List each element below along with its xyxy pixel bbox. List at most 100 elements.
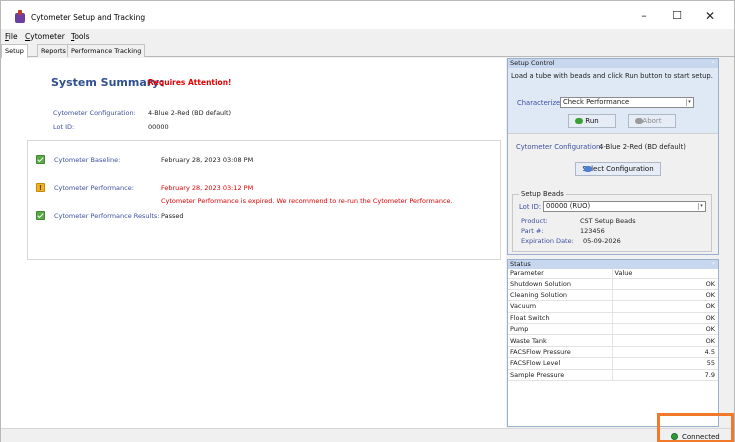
baseline-label: Cytometer Baseline:	[54, 156, 121, 164]
maximize-button[interactable]: ☐	[662, 7, 692, 25]
select-configuration-label: Select Configuration	[582, 165, 654, 173]
connected-icon	[671, 433, 678, 440]
status-rows: Shutdown Solution OK Cleaning Solution OK Va…	[508, 278, 718, 382]
status-parameter: Vacuum	[508, 300, 613, 313]
status-row[interactable]: FACSFlow Level 55	[508, 357, 718, 370]
menu-cytometer[interactable]: Cytometer	[25, 32, 65, 41]
baseline-value: February 28, 2023 03:08 PM	[161, 156, 254, 164]
abort-button[interactable]: Abort	[628, 114, 676, 128]
setup-control-header: Setup Control ᵖ	[508, 59, 718, 68]
characterize-value: Check Performance	[563, 98, 630, 106]
status-row[interactable]: Waste Tank OK	[508, 334, 718, 347]
status-value: 55	[612, 357, 718, 370]
cytometer-config-value: 4-Blue 2-Red (BD default)	[599, 143, 686, 151]
status-bar	[1, 428, 734, 442]
status-row[interactable]: Float Switch OK	[508, 312, 718, 325]
stop-icon	[635, 118, 643, 124]
status-panel: Status ᵖ Parameter Value Shutdown Soluti…	[507, 259, 719, 427]
menu-file[interactable]: File	[5, 32, 18, 41]
warning-icon: !	[36, 183, 45, 192]
performance-message: Cytometer Performance is expired. We rec…	[161, 197, 453, 205]
status-value: 7.9	[612, 369, 718, 382]
status-value: OK	[612, 312, 718, 325]
abort-label: Abort	[642, 117, 662, 125]
setup-config-section: Cytometer Configuration: 4-Blue 2-Red (B…	[508, 133, 718, 254]
run-button[interactable]: Run	[568, 114, 616, 128]
chevron-down-icon[interactable]: ▾	[686, 99, 692, 106]
part-value: 123456	[580, 227, 605, 235]
status-table: Parameter Value Shutdown Solution OK Clean…	[508, 269, 718, 382]
status-parameter: FACSFlow Level	[508, 357, 613, 370]
status-parameter: Pump	[508, 323, 613, 336]
part-label: Part #:	[521, 227, 544, 235]
play-icon	[575, 118, 583, 124]
tab-reports[interactable]: Reports	[37, 44, 70, 57]
setup-beads-group: Setup Beads Lot ID: 00000 (RUO) ▾ Produc…	[512, 190, 712, 252]
status-parameter: Cleaning Solution	[508, 289, 613, 302]
status-parameter: Waste Tank	[508, 334, 613, 347]
status-parameter: Sample Pressure	[508, 369, 613, 382]
connection-status: Connected	[682, 433, 720, 441]
menu-bar: File Cytometer Tools	[1, 29, 734, 43]
characterize-dropdown[interactable]: Check Performance ▾	[560, 97, 694, 108]
check-icon	[36, 211, 45, 220]
performance-value: February 28, 2023 03:12 PM	[161, 184, 254, 192]
menu-file-label: ile	[8, 32, 18, 41]
select-configuration-button[interactable]: Select Configuration	[575, 162, 661, 176]
bead-lot-label: Lot ID:	[519, 203, 542, 211]
app-icon	[15, 10, 25, 23]
tab-strip: Setup Reports Performance Tracking	[1, 43, 734, 58]
menu-tools[interactable]: Tools	[71, 32, 89, 41]
config-label: Cytometer Configuration:	[53, 109, 136, 117]
status-value: OK	[612, 289, 718, 302]
status-row[interactable]: Cleaning Solution OK	[508, 289, 718, 302]
status-row[interactable]: Shutdown Solution OK	[508, 278, 718, 290]
column-header-parameter[interactable]: Parameter	[508, 269, 613, 279]
minimize-button[interactable]: –	[629, 7, 659, 25]
expiration-label: Expiration Date:	[521, 237, 574, 245]
status-title: Status	[510, 260, 531, 268]
performance-label: Cytometer Performance:	[54, 184, 134, 192]
status-header: Status ᵖ	[508, 260, 718, 269]
check-icon	[36, 155, 45, 164]
status-row[interactable]: Vacuum OK	[508, 300, 718, 313]
status-row[interactable]: Sample Pressure 7.9	[508, 369, 718, 382]
bead-lot-dropdown[interactable]: 00000 (RUO) ▾	[543, 201, 706, 212]
close-button[interactable]: ✕	[695, 7, 725, 25]
pin-icon[interactable]: ᵖ	[712, 59, 715, 68]
results-box: Cytometer Baseline: February 28, 2023 03…	[27, 140, 501, 260]
cytometer-config-label: Cytometer Configuration:	[516, 143, 603, 151]
lot-id-label: Lot ID:	[53, 123, 75, 131]
bead-lot-value: 00000 (RUO)	[546, 202, 591, 210]
window-title: Cytometer Setup and Tracking	[31, 13, 146, 22]
lot-id-value: 00000	[148, 123, 169, 131]
summary-title: System Summary:	[51, 76, 164, 89]
expiration-value: 05-09-2026	[583, 237, 621, 245]
product-label: Product:	[521, 217, 548, 225]
status-row[interactable]: Pump OK	[508, 323, 718, 336]
menu-cytometer-label: ytometer	[30, 32, 65, 41]
status-value: OK	[612, 334, 718, 347]
status-parameter: Float Switch	[508, 312, 613, 325]
title-bar: Cytometer Setup and Tracking – ☐ ✕	[1, 1, 734, 29]
status-value: OK	[612, 278, 718, 290]
column-header-value[interactable]: Value	[612, 269, 718, 279]
results-value: Passed	[161, 212, 184, 220]
product-value: CST Setup Beads	[580, 217, 636, 225]
tab-setup[interactable]: Setup	[1, 44, 28, 58]
setup-control-panel: Setup Control ᵖ Load a tube with beads a…	[507, 58, 719, 255]
gear-icon	[584, 166, 592, 172]
system-summary-pane: System Summary: Requires Attention! Cyto…	[1, 58, 506, 428]
config-value: 4-Blue 2-Red (BD default)	[148, 109, 232, 117]
results-label: Cytometer Performance Results:	[54, 212, 160, 220]
characterize-label: Characterize:	[517, 99, 563, 107]
setup-beads-legend: Setup Beads	[519, 190, 566, 198]
status-parameter: FACSFlow Pressure	[508, 346, 613, 359]
chevron-down-icon[interactable]: ▾	[698, 203, 704, 210]
tab-performance-tracking[interactable]: Performance Tracking	[67, 44, 146, 57]
setup-control-title: Setup Control	[510, 59, 555, 67]
status-table-header: Parameter Value	[508, 269, 718, 279]
status-row[interactable]: FACSFlow Pressure 4.5	[508, 346, 718, 359]
setup-description: Load a tube with beads and click Run but…	[511, 72, 713, 80]
pin-icon[interactable]: ᵖ	[712, 260, 715, 269]
